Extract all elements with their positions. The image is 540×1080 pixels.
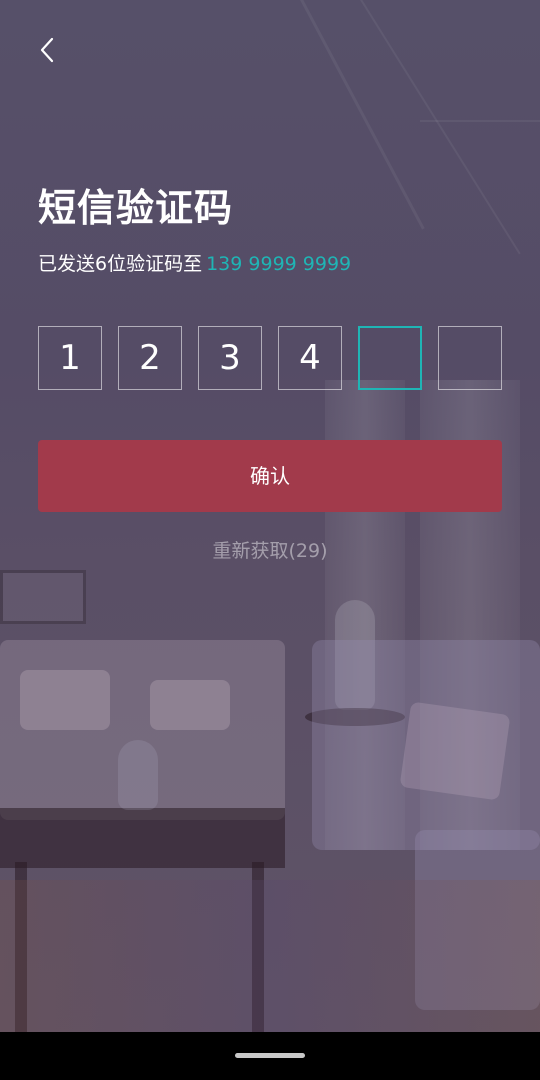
code-digit-box-3[interactable]: 3 bbox=[198, 326, 262, 390]
home-indicator[interactable] bbox=[235, 1053, 305, 1058]
background-image bbox=[0, 0, 540, 1032]
code-digit-box-1[interactable]: 1 bbox=[38, 326, 102, 390]
chevron-left-icon bbox=[40, 37, 54, 63]
resend-code-link[interactable]: 重新获取(29) bbox=[0, 536, 540, 566]
code-digit-box-6[interactable] bbox=[438, 326, 502, 390]
code-digit-box-5[interactable] bbox=[358, 326, 422, 390]
phone-number: 139 9999 9999 bbox=[206, 253, 352, 275]
page-title: 短信验证码 bbox=[38, 186, 234, 230]
system-navigation-bar bbox=[0, 1032, 540, 1080]
back-button[interactable] bbox=[30, 32, 66, 68]
verification-code-input[interactable]: 1 2 3 4 bbox=[38, 326, 502, 390]
sent-notice: 已发送6位验证码至 139 9999 9999 bbox=[38, 250, 351, 278]
sent-notice-text: 已发送6位验证码至 bbox=[38, 253, 203, 275]
code-digit-box-2[interactable]: 2 bbox=[118, 326, 182, 390]
code-digit-box-4[interactable]: 4 bbox=[278, 326, 342, 390]
confirm-button[interactable]: 确认 bbox=[38, 440, 502, 512]
